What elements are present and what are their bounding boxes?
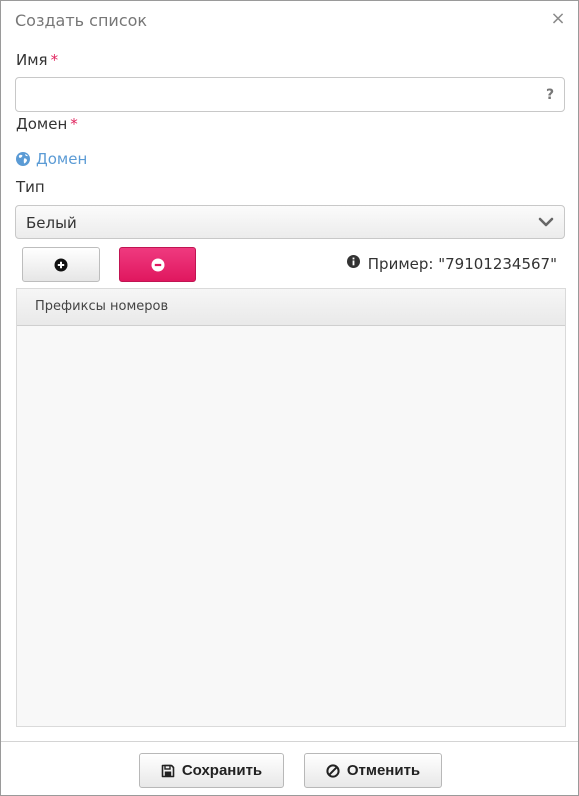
help-icon[interactable]: ? xyxy=(544,86,556,104)
cancel-button-label: Отменить xyxy=(346,762,421,779)
minus-circle-icon xyxy=(151,258,164,271)
grid-header: Префиксы номеров xyxy=(17,289,565,326)
domain-select-link[interactable]: Домен xyxy=(16,149,87,169)
cancel-button[interactable]: Отменить xyxy=(304,753,442,788)
type-label: Тип xyxy=(16,178,45,196)
create-list-dialog: Создать список × Имя * ? Домен * Домен Тип… xyxy=(0,0,579,796)
dialog-title: Создать список xyxy=(15,11,148,30)
name-label-text: Имя xyxy=(16,51,48,69)
dialog-footer: Сохранить Отменить xyxy=(1,741,578,795)
example-hint: Пример: "79101234567" xyxy=(346,254,557,274)
floppy-disk-icon xyxy=(161,764,175,777)
save-button-label: Сохранить xyxy=(181,762,263,779)
chevron-down-icon xyxy=(538,217,554,227)
column-header-prefixes[interactable]: Префиксы номеров xyxy=(35,299,168,314)
add-prefix-button[interactable] xyxy=(22,247,100,282)
ban-icon xyxy=(326,763,340,778)
name-input[interactable]: ? xyxy=(15,77,565,112)
required-mark: * xyxy=(50,51,59,69)
save-button[interactable]: Сохранить xyxy=(139,753,284,788)
plus-circle-icon xyxy=(54,258,68,271)
domain-link-label: Домен xyxy=(36,150,88,168)
name-label: Имя * xyxy=(16,51,58,69)
dialog-header: Создать список × xyxy=(1,1,578,39)
required-mark: * xyxy=(70,115,78,133)
close-icon[interactable]: × xyxy=(550,9,566,29)
domain-label-text: Домен xyxy=(16,115,68,133)
type-select-value: Белый xyxy=(26,214,77,232)
info-icon xyxy=(346,254,360,268)
example-text: Пример: "79101234567" xyxy=(367,255,557,273)
remove-prefix-button[interactable] xyxy=(119,247,196,282)
domain-label: Домен * xyxy=(16,115,78,133)
type-select[interactable]: Белый xyxy=(15,205,565,239)
globe-icon xyxy=(16,152,30,166)
prefix-grid: Префиксы номеров xyxy=(16,288,566,727)
